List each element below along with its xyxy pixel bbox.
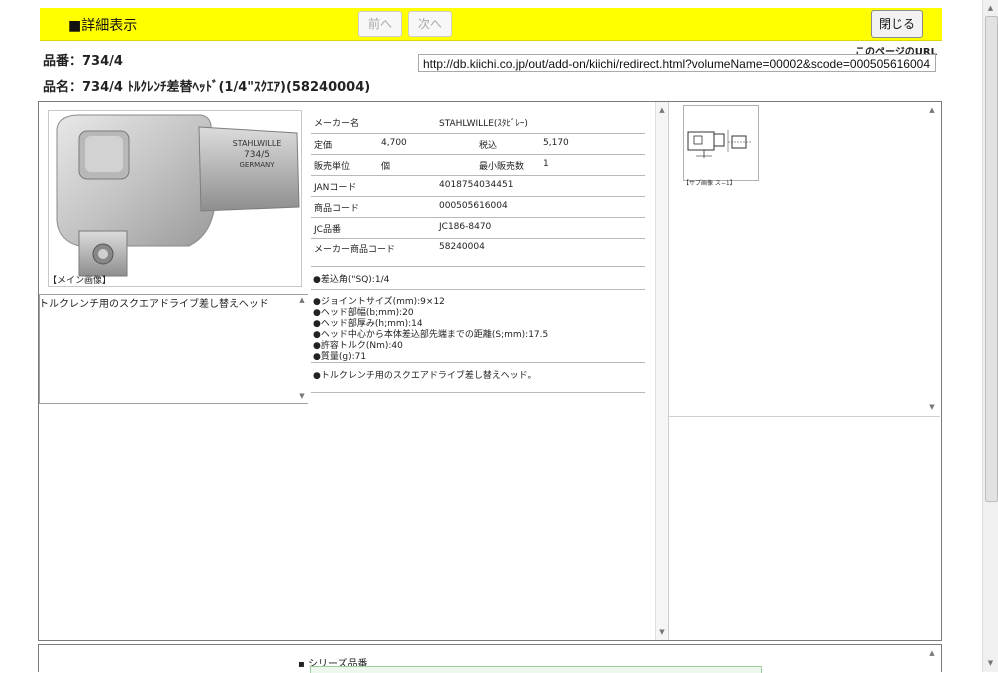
jc-value: JC186-8470 — [439, 222, 492, 232]
unit-label: 販売単位 — [314, 162, 351, 172]
jan-value: 4018754034451 — [439, 180, 514, 190]
code-value: 000505616004 — [439, 201, 508, 211]
close-button[interactable]: 閉じる — [871, 10, 923, 38]
scroll-down-arrow-icon[interactable]: ▼ — [656, 627, 668, 637]
row-maker: メーカー名 STAHLWILLE(ｽﾀﾋﾞﾚｰ) — [311, 112, 645, 134]
row-jan: JANコード 4018754034451 — [311, 175, 645, 197]
taxin-value: 5,170 — [543, 138, 569, 148]
code-label: 商品コード — [314, 204, 360, 214]
engraving-line-1: STAHLWILLE — [233, 139, 282, 148]
page-title: ■詳細表示 — [68, 18, 138, 34]
jan-label: JANコード — [314, 183, 357, 193]
makercode-value: 58240004 — [439, 242, 485, 252]
row-product-code: 商品コード 000505616004 — [311, 196, 645, 218]
unit-value: 個 — [381, 162, 391, 172]
note-text: ●トルクレンチ用のスクエアドライブ差し替えヘッド。 — [313, 371, 537, 381]
price-value: 4,700 — [381, 138, 407, 148]
minqty-value: 1 — [543, 159, 549, 169]
scroll-up-arrow-icon[interactable]: ▲ — [296, 295, 308, 305]
sub-image-scrollbar[interactable]: ▲ ▼ — [926, 102, 938, 415]
prev-button[interactable]: 前へ — [358, 11, 402, 37]
detail-scrollbar[interactable]: ▲ ▼ — [655, 102, 668, 640]
price-label: 定価 — [314, 141, 333, 151]
toolbar: ■詳細表示 前へ 次へ 閉じる — [40, 8, 942, 41]
sub-image-caption: 【サブ画像 ス−1】 — [683, 180, 736, 187]
row-unit: 販売単位 個 最小販売数 1 — [311, 154, 645, 176]
product-name: 品名：734/4 ﾄﾙｸﾚﾝﾁ差替ﾍｯﾄﾞ(1/4"ｽｸｴｱ)(58240004… — [43, 80, 371, 95]
engraving-line-3: GERMANY — [239, 161, 275, 169]
page-scrollbar[interactable]: ▲ ▼ — [982, 0, 998, 672]
engraving-line-2: 734/5 — [244, 150, 270, 160]
scroll-up-arrow-icon[interactable]: ▲ — [656, 105, 668, 115]
maker-label: メーカー名 — [314, 119, 360, 129]
panel-divider — [668, 102, 669, 640]
technical-drawing-icon — [687, 130, 752, 158]
scroll-down-arrow-icon[interactable]: ▼ — [296, 391, 308, 401]
product-code: 品番：734/4 — [43, 54, 123, 69]
spec-item: ●質量(g):71 — [313, 352, 367, 362]
jc-label: JC品番 — [314, 225, 341, 235]
spec-header: ●差込角("SQ):1/4 — [313, 275, 390, 285]
row-maker-code: メーカー商品コード 58240004 — [311, 238, 645, 267]
next-button[interactable]: 次へ — [408, 11, 452, 37]
url-field[interactable]: http://db.kiichi.co.jp/out/add-on/kiichi… — [418, 54, 936, 72]
scroll-down-arrow-icon[interactable]: ▼ — [983, 658, 998, 668]
description-text: トルクレンチ用のスクエアドライブ差し替えヘッド — [39, 299, 269, 310]
main-image-caption: 【メイン画像】 — [48, 276, 112, 286]
taxin-label: 税込 — [479, 141, 498, 151]
right-panel-divider — [668, 416, 940, 417]
description-textarea[interactable]: ▲ ▼ — [39, 294, 308, 404]
makercode-label: メーカー商品コード — [314, 245, 396, 255]
page-scrollbar-thumb[interactable] — [985, 16, 998, 502]
description-scrollbar[interactable]: ▲ ▼ — [296, 295, 308, 403]
scroll-down-arrow-icon[interactable]: ▼ — [926, 402, 938, 412]
row-price: 定価 4,700 税込 5,170 — [311, 133, 645, 155]
sub-image-thumbnail[interactable] — [683, 105, 759, 181]
scroll-up-arrow-icon[interactable]: ▲ — [983, 3, 998, 13]
minqty-label: 最小販売数 — [479, 162, 525, 172]
main-image: STAHLWILLE 734/5 GERMANY — [48, 110, 302, 287]
maker-value: STAHLWILLE(ｽﾀﾋﾞﾚｰ) — [439, 119, 528, 129]
scroll-up-arrow-icon[interactable]: ▲ — [926, 105, 938, 115]
series-scrollbar[interactable]: ▲ — [926, 645, 938, 672]
row-jc: JC品番 JC186-8470 — [311, 217, 645, 239]
torque-wrench-head-illustration: STAHLWILLE 734/5 GERMANY — [56, 114, 300, 277]
scroll-up-arrow-icon[interactable]: ▲ — [926, 648, 938, 658]
